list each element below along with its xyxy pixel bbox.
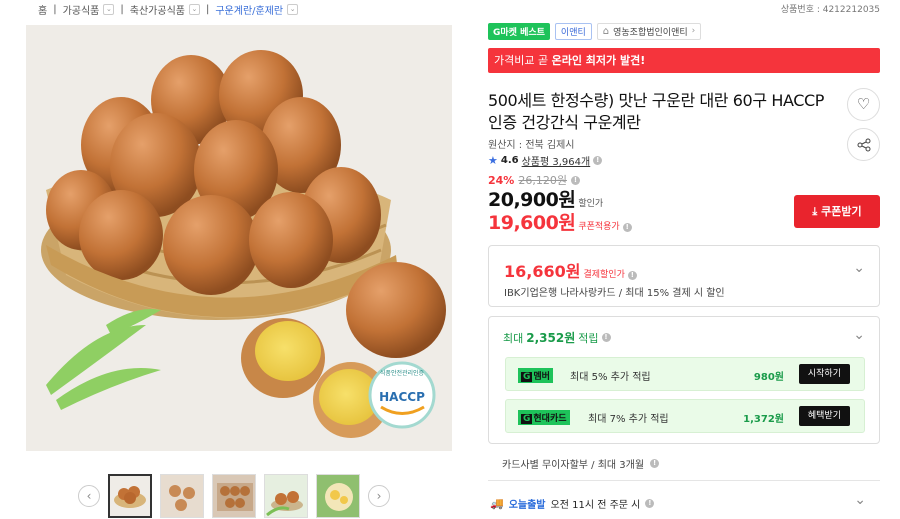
breadcrumb-separator: |: [120, 3, 124, 15]
info-icon[interactable]: !: [622, 223, 632, 232]
info-icon[interactable]: !: [601, 333, 611, 342]
download-icon: ⤓: [812, 205, 822, 218]
rating-value: 4.6: [500, 155, 519, 166]
eggs-in-basket-illustration: 식품안전관리인증 HACCP: [26, 25, 452, 451]
product-title: 500세트 한정수량) 맛난 구운란 대란 60구 HACCP 인증 건강간식 …: [488, 91, 825, 132]
share-icon[interactable]: [847, 128, 880, 161]
origin-text: 원산지 : 전북 김제시: [488, 140, 575, 151]
svg-text:식품안전관리인증: 식품안전관리인증: [380, 369, 425, 377]
seller-name: 영농조합법인이앤티: [613, 27, 688, 38]
chevron-down-icon[interactable]: ⌄: [853, 327, 865, 343]
breadcrumb-home[interactable]: 홈: [38, 2, 47, 17]
price-compare-banner[interactable]: 가격비교 곧 온라인 최저가 발견!: [488, 48, 880, 73]
chevron-down-icon[interactable]: ⌄: [287, 3, 299, 15]
home-icon: ⌂: [602, 25, 610, 37]
haccp-badge-text: HACCP: [379, 390, 425, 404]
review-count-link[interactable]: 상품평 3,964개: [522, 153, 591, 168]
start-button[interactable]: 시작하기: [798, 364, 850, 384]
info-icon[interactable]: !: [627, 271, 637, 280]
installment-info: 카드사별 무이자할부 / 최대 3개월 !: [502, 456, 660, 471]
breadcrumb: 홈 | 가공식품 ⌄ | 축산가공식품 ⌄ | 구운계란/훈제란 ⌄: [38, 0, 299, 18]
breadcrumb-separator: |: [53, 3, 57, 15]
truck-icon: 🚚: [490, 497, 504, 510]
chevron-down-icon[interactable]: ⌄: [853, 260, 865, 276]
breadcrumb-item-processed-food[interactable]: 가공식품 ⌄: [63, 2, 115, 17]
coupon-download-button[interactable]: ⤓ 쿠폰받기: [794, 195, 880, 228]
info-icon[interactable]: !: [650, 459, 660, 468]
product-info-panel: G마켓 베스트 이앤티 ⌂ 영농조합법인이앤티 › 가격비교 곧 온라인 최저가…: [488, 22, 880, 511]
prev-thumbnail-button[interactable]: ‹: [78, 485, 100, 507]
today-shipping-label: 오늘출발: [508, 500, 546, 511]
reward-amount: 980원: [753, 372, 784, 383]
info-icon[interactable]: !: [593, 156, 603, 165]
reward-row-membership: G 멤버 최대 5% 추가 적립 980원 시작하기: [505, 357, 865, 391]
thumbnail-3[interactable]: [212, 474, 256, 518]
coupon-price: 19,600원: [488, 212, 576, 234]
chevron-down-icon[interactable]: ⌄: [103, 3, 115, 15]
payment-discount-label: 결제할인가: [583, 270, 625, 280]
smile-club-badge: G 멤버: [518, 368, 553, 383]
reward-header: 최대 2,352원 적립 !: [503, 329, 611, 346]
info-icon[interactable]: !: [645, 499, 655, 508]
shipping-row[interactable]: 🚚 오늘출발 오전 11시 전 주문 시 !: [490, 496, 655, 511]
hyundai-card-badge: G 현대카드: [518, 410, 570, 425]
badge-row: G마켓 베스트 이앤티 ⌂ 영농조합법인이앤티 ›: [488, 22, 880, 40]
next-thumbnail-button[interactable]: ›: [368, 485, 390, 507]
thumbnail-5[interactable]: [316, 474, 360, 518]
chevron-down-icon[interactable]: ⌄: [854, 492, 866, 508]
divider: [488, 480, 880, 481]
breadcrumb-item-eggs[interactable]: 구운계란/훈제란 ⌄: [215, 2, 299, 17]
seller-link[interactable]: ⌂ 영농조합법인이앤티 ›: [596, 22, 702, 40]
payment-discount-detail: IBK기업은행 나라사랑카드 / 최대 15% 결제 시 할인: [504, 288, 725, 299]
breadcrumb-item-livestock[interactable]: 축산가공식품 ⌄: [130, 2, 200, 17]
shipping-detail: 오전 11시 전 주문 시: [550, 500, 641, 511]
rating-row: ★ 4.6 상품평 3,964개 !: [488, 153, 603, 168]
reward-text: 최대 5% 추가 적립: [570, 372, 651, 383]
payment-discount-box[interactable]: 16,660원 결제할인가 ! IBK기업은행 나라사랑카드 / 최대 15% …: [488, 245, 880, 307]
breadcrumb-separator: |: [205, 3, 210, 15]
reward-text: 최대 7% 추가 적립: [588, 414, 669, 425]
star-icon: ★: [488, 154, 498, 167]
reward-box: 최대 2,352원 적립 ! ⌄ G 멤버 최대 5% 추가 적립 980원 시작…: [488, 316, 880, 444]
info-icon[interactable]: !: [570, 175, 580, 185]
get-benefit-button[interactable]: 혜택받기: [798, 406, 850, 426]
main-product-image[interactable]: 식품안전관리인증 HACCP: [26, 25, 452, 451]
heart-icon[interactable]: ♡: [847, 88, 880, 121]
brand-badge[interactable]: 이앤티: [554, 22, 592, 40]
thumbnail-4[interactable]: [264, 474, 308, 518]
reward-amount: 2,352원: [526, 331, 576, 345]
thumbnail-2[interactable]: [160, 474, 204, 518]
chevron-right-icon: ›: [691, 26, 696, 36]
coupon-price-label: 쿠폰적용가: [578, 222, 620, 232]
thumbnail-strip: ‹ ›: [78, 474, 390, 518]
reward-amount: 1,372원: [743, 414, 784, 425]
reward-row-hyundai-card: G 현대카드 최대 7% 추가 적립 1,372원 혜택받기: [505, 399, 865, 433]
chevron-down-icon[interactable]: ⌄: [188, 3, 200, 15]
gmarket-best-badge: G마켓 베스트: [488, 22, 550, 40]
coupon-price-row: 19,600원 쿠폰적용가 !: [488, 208, 632, 235]
payment-discount-price: 16,660원: [504, 262, 581, 281]
thumbnail-1[interactable]: [108, 474, 152, 518]
product-number: 상품번호 : 4212212035: [780, 5, 880, 15]
